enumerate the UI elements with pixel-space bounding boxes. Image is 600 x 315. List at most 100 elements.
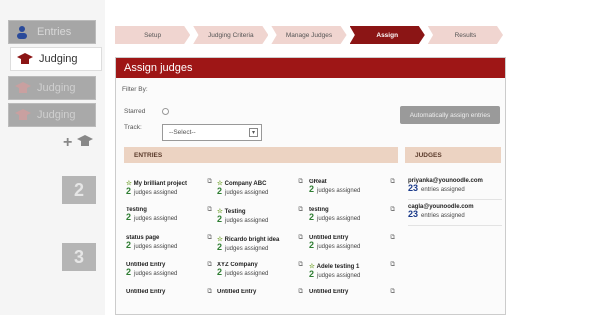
graduation-cap-icon xyxy=(76,134,93,151)
entry-name: Untitled Entry xyxy=(217,289,257,295)
entry-name-row: Untitled Entry xyxy=(309,289,395,295)
main-content: Setup Judging Criteria Manage Judges Ass… xyxy=(105,0,515,315)
entry-judge-count: 2 xyxy=(126,240,132,250)
entry-count-label: judges assigned xyxy=(134,271,178,277)
external-edit-icon[interactable]: ⧉ xyxy=(390,178,395,186)
sidebar-item-label: Entries xyxy=(37,26,72,38)
entry-count-label: judges assigned xyxy=(225,271,269,277)
entry-count-row: 2 judges assigned xyxy=(217,215,303,225)
entry-name: Adele testing 1 xyxy=(316,264,360,270)
entry-name: Untitled Entry xyxy=(309,289,349,295)
external-edit-icon[interactable]: ⧉ xyxy=(207,178,212,186)
step-number-2: 2 xyxy=(62,176,96,204)
entry-card[interactable]: testing ⧉ 2 judges assigned xyxy=(309,206,395,227)
entry-card[interactable]: Testing ⧉ 2 judges assigned xyxy=(126,206,212,227)
entry-count-row: 2 judges assigned xyxy=(309,212,395,223)
entry-count-row: 2 judges assigned xyxy=(309,270,395,280)
entry-judge-count: 2 xyxy=(217,267,223,277)
entry-count-label: judges assigned xyxy=(134,244,178,250)
entry-name-row: Untitled Entry xyxy=(217,289,303,295)
entry-name-row: ☆ Ricardo bright idea xyxy=(217,235,303,243)
entry-name-row: ☆ Testing xyxy=(217,207,303,215)
external-edit-icon[interactable]: ⧉ xyxy=(390,234,395,242)
external-edit-icon[interactable]: ⧉ xyxy=(390,288,395,296)
external-edit-icon[interactable]: ⧉ xyxy=(298,178,303,186)
sidebar-item-entries[interactable]: Entries xyxy=(8,20,96,44)
sidebar: Entries Judging Judging Judging + 2 3 xyxy=(0,0,105,315)
entry-name: Testing xyxy=(224,209,246,215)
entry-card[interactable]: GReat ⧉ 2 judges assigned xyxy=(309,178,395,199)
external-edit-icon[interactable]: ⧉ xyxy=(298,261,303,269)
entry-card[interactable]: Untitled Entry ⧉ xyxy=(126,288,212,309)
entry-card[interactable]: status page ⧉ 2 judges assigned xyxy=(126,234,212,255)
entry-count-label: judges assigned xyxy=(134,190,178,196)
entry-count-label: judges assigned xyxy=(225,190,269,196)
entry-count-row: 2 judges assigned xyxy=(126,240,212,251)
entry-judge-count: 2 xyxy=(309,184,315,194)
wizard-step-manage-judges[interactable]: Manage Judges xyxy=(271,26,347,44)
judge-count-label: entries assigned xyxy=(421,187,465,193)
entry-judge-count: 2 xyxy=(217,242,223,252)
external-edit-icon[interactable]: ⧉ xyxy=(207,288,212,296)
entry-card[interactable]: ☆ Testing ⧉ 2 judges assigned xyxy=(217,206,303,227)
sidebar-item-judging-2[interactable]: Judging xyxy=(8,76,96,100)
entry-card[interactable]: ☆ My brilliant project ⧉ 2 judges assigned xyxy=(126,178,212,199)
chevron-down-icon: ▾ xyxy=(249,128,258,137)
judges-header: JUDGES xyxy=(405,147,501,163)
wizard-step-assign[interactable]: Assign xyxy=(349,26,425,44)
track-select[interactable]: --Select-- ▾ xyxy=(162,124,262,141)
sidebar-item-judging-3[interactable]: Judging xyxy=(8,103,96,127)
entry-card[interactable]: Untitled Entry ⧉ xyxy=(309,288,395,309)
add-judging-button[interactable]: + xyxy=(63,134,93,152)
external-edit-icon[interactable]: ⧉ xyxy=(207,234,212,242)
entry-name: My brilliant project xyxy=(133,181,187,187)
external-edit-icon[interactable]: ⧉ xyxy=(207,206,212,214)
entry-name: Untitled Entry xyxy=(126,262,166,268)
external-edit-icon[interactable]: ⧉ xyxy=(207,261,212,269)
entry-count-row: 2 judges assigned xyxy=(309,184,395,195)
judge-item[interactable]: priyanka@younoodle.com 23 entries assigne… xyxy=(408,178,502,200)
starred-radio[interactable] xyxy=(162,108,169,115)
external-edit-icon[interactable]: ⧉ xyxy=(390,206,395,214)
wizard-steps: Setup Judging Criteria Manage Judges Ass… xyxy=(115,26,506,44)
sidebar-item-label: Judging xyxy=(37,109,76,121)
entry-count-row: 2 judges assigned xyxy=(126,187,212,197)
external-edit-icon[interactable]: ⧉ xyxy=(298,234,303,242)
wizard-step-setup[interactable]: Setup xyxy=(115,26,191,44)
entry-card[interactable]: ☆ Adele testing 1 ⧉ 2 judges assigned xyxy=(309,261,395,282)
judge-entry-count: 23 xyxy=(408,183,419,193)
entry-count-label: judges assigned xyxy=(225,246,269,252)
external-edit-icon[interactable]: ⧉ xyxy=(298,288,303,296)
entry-judge-count: 2 xyxy=(126,267,132,277)
entry-count-label: judges assigned xyxy=(317,244,361,250)
entry-name-row: ☆ Adele testing 1 xyxy=(309,262,395,270)
external-edit-icon[interactable]: ⧉ xyxy=(390,261,395,269)
graduation-cap-icon xyxy=(17,52,33,66)
entries-header: ENTRIES xyxy=(124,147,398,163)
entry-judge-count: 2 xyxy=(309,212,315,222)
entry-card[interactable]: XYZ Company ⧉ 2 judges assigned xyxy=(217,261,303,282)
plus-icon: + xyxy=(63,134,73,151)
wizard-step-results[interactable]: Results xyxy=(427,26,504,44)
judges-list: priyanka@younoodle.com 23 entries assigne… xyxy=(408,178,502,230)
assign-judges-panel: Assign judges Filter By: Starred Track: … xyxy=(115,57,506,315)
entry-count-row: 2 judges assigned xyxy=(309,241,395,251)
external-edit-icon[interactable]: ⧉ xyxy=(298,206,303,214)
entry-card[interactable]: Untitled Entry ⧉ xyxy=(217,288,303,309)
entry-card[interactable]: ☆ Ricardo bright idea ⧉ 2 judges assigned xyxy=(217,234,303,255)
entry-judge-count: 2 xyxy=(126,212,132,222)
graduation-cap-icon xyxy=(15,108,31,122)
entry-card[interactable]: Untitled Entry ⧉ 2 judges assigned xyxy=(126,261,212,282)
auto-assign-button[interactable]: Automatically assign entries xyxy=(400,106,500,124)
entry-card[interactable]: Untitled Entry ⧉ 2 judges assigned xyxy=(309,234,395,255)
graduation-cap-icon xyxy=(15,81,31,95)
entry-name-row: Untitled Entry xyxy=(126,289,212,295)
judge-item[interactable]: cagla@younoodle.com 23 entries assigned xyxy=(408,204,502,226)
entry-card[interactable]: ☆ Company ABC ⧉ 2 judges assigned xyxy=(217,178,303,199)
filter-by-label: Filter By: xyxy=(122,86,148,93)
entry-count-row: 2 judges assigned xyxy=(126,212,212,223)
wizard-step-judging-criteria[interactable]: Judging Criteria xyxy=(193,26,269,44)
entry-count-row: 2 judges assigned xyxy=(126,267,212,278)
entry-count-label: judges assigned xyxy=(225,218,269,224)
sidebar-item-judging-1[interactable]: Judging xyxy=(10,47,102,71)
